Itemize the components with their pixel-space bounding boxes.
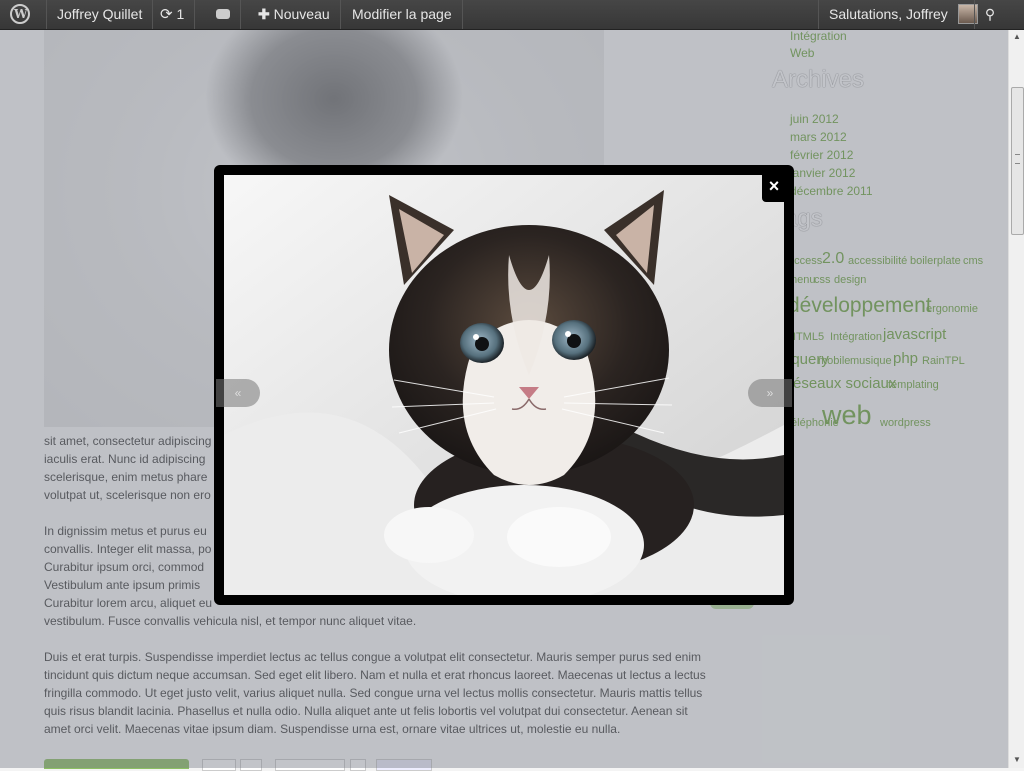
new-content-button[interactable]: ✚ Nouveau	[248, 0, 341, 29]
lightbox-close-button[interactable]: ×	[762, 172, 786, 202]
kitten-image	[224, 175, 784, 595]
lightbox	[214, 165, 794, 605]
refresh-icon: ⟳	[160, 6, 173, 23]
comments-button[interactable]	[206, 0, 241, 29]
edit-page-link[interactable]: Modifier la page	[342, 0, 463, 29]
search-icon: ⚲	[984, 6, 996, 22]
scroll-up-arrow-icon[interactable]: ▲	[1009, 29, 1024, 45]
greeting: Salutations, Joffrey	[829, 6, 948, 22]
scrollbar[interactable]: ▲ ▼	[1008, 29, 1024, 768]
lightbox-next-button[interactable]: »	[748, 379, 792, 407]
plus-icon: ✚	[258, 6, 270, 22]
wordpress-logo-button[interactable]	[0, 0, 47, 29]
lightbox-image	[224, 175, 784, 595]
admin-bar: Joffrey Quillet ⟳ 1 ✚ Nouveau Modifier l…	[0, 0, 1024, 30]
wordpress-icon	[10, 3, 30, 24]
lightbox-prev-button[interactable]: «	[216, 379, 260, 407]
search-button[interactable]: ⚲	[974, 0, 1005, 29]
site-name-link[interactable]: Joffrey Quillet	[47, 0, 154, 29]
updates-count: 1	[176, 6, 185, 22]
scrollbar-thumb[interactable]	[1011, 87, 1024, 235]
comment-icon	[216, 9, 230, 20]
updates-button[interactable]: ⟳ 1	[150, 0, 196, 29]
new-label: Nouveau	[273, 6, 330, 22]
account-menu[interactable]: Salutations, Joffrey	[818, 0, 988, 29]
scroll-down-arrow-icon[interactable]: ▼	[1009, 752, 1024, 768]
